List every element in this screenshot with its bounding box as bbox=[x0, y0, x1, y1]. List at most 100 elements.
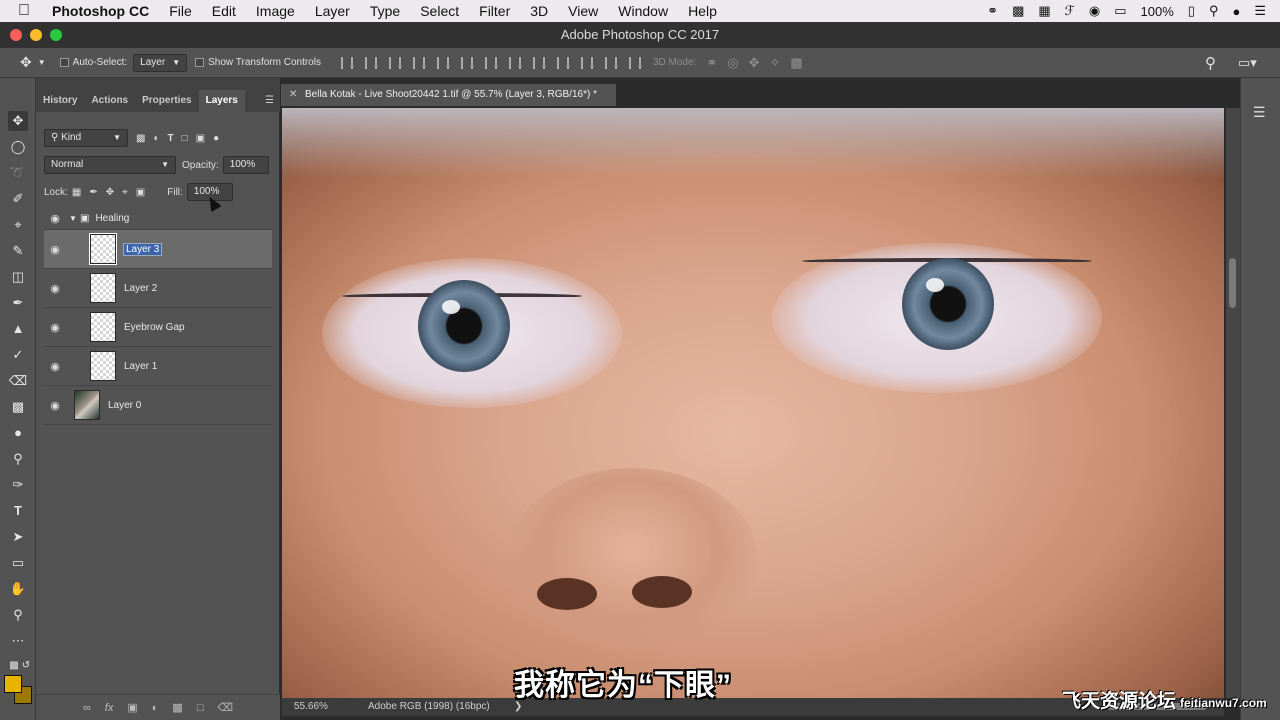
swap-colors-icon[interactable]: ↺ bbox=[16, 656, 36, 676]
siri-icon[interactable]: ● bbox=[1232, 4, 1240, 19]
zoom-level[interactable]: 55.66% bbox=[294, 698, 328, 716]
filter-smart-object-icon[interactable]: ▣ bbox=[196, 133, 205, 144]
hand-tool-icon[interactable]: ✋ bbox=[8, 579, 28, 599]
move-tool-icon[interactable]: ✥ bbox=[20, 54, 32, 71]
distribute-hcenter-icon[interactable] bbox=[579, 56, 593, 70]
pen-tool-icon[interactable]: ✑ bbox=[8, 475, 28, 495]
layer-row[interactable]: ◉ Layer 0 bbox=[44, 386, 272, 425]
align-left-icon[interactable] bbox=[411, 56, 425, 70]
creative-cloud-icon[interactable]: ⚭ bbox=[987, 3, 998, 19]
blend-mode-select[interactable]: Normal ▼ bbox=[44, 156, 176, 174]
app-icon[interactable]: ▦ bbox=[1038, 3, 1050, 19]
menu-window[interactable]: Window bbox=[618, 3, 668, 19]
tab-layers[interactable]: Layers bbox=[198, 90, 245, 112]
zoom-tool-icon[interactable]: ⚲ bbox=[8, 605, 28, 625]
apple-icon[interactable]:  bbox=[18, 2, 36, 20]
menu-type[interactable]: Type bbox=[370, 3, 400, 19]
align-hcenter-icon[interactable] bbox=[435, 56, 449, 70]
filter-toggle-icon[interactable]: ● bbox=[213, 133, 219, 144]
align-right-icon[interactable] bbox=[459, 56, 473, 70]
blur-tool-icon[interactable]: ● bbox=[8, 423, 28, 443]
align-bottom-icon[interactable] bbox=[387, 56, 401, 70]
group-expand-chevron-icon[interactable]: ▼ bbox=[66, 214, 80, 223]
auto-select-target-select[interactable]: Layer ▼ bbox=[133, 53, 188, 72]
tab-history[interactable]: History bbox=[36, 90, 84, 112]
spotlight-search-icon[interactable]: ⚲ bbox=[1209, 3, 1219, 19]
filter-pixel-icon[interactable]: ▩ bbox=[136, 133, 145, 144]
lock-transparent-icon[interactable]: ▦ bbox=[72, 187, 81, 198]
adjustment-layer-icon[interactable]: ◐ bbox=[152, 702, 159, 714]
distribute-top-icon[interactable] bbox=[483, 56, 497, 70]
add-mask-icon[interactable]: ▣ bbox=[127, 701, 137, 714]
menu-edit[interactable]: Edit bbox=[212, 3, 236, 19]
crop-tool-icon[interactable]: ⌖ bbox=[8, 215, 28, 235]
layer-group-row[interactable]: ◉ ▼ ▣ Healing bbox=[44, 208, 272, 230]
tool-preset-dropdown-icon[interactable]: ▼ bbox=[38, 58, 46, 67]
filter-type-icon[interactable]: T bbox=[168, 133, 174, 144]
document-tab[interactable]: ✕ Bella Kotak - Live Shoot20442 1.tif @ … bbox=[281, 84, 616, 106]
marquee-tool-icon[interactable]: ◯ bbox=[8, 137, 28, 157]
layer-row[interactable]: ◉ Layer 2 bbox=[44, 269, 272, 308]
auto-align-icon[interactable] bbox=[627, 56, 641, 70]
clone-stamp-tool-icon[interactable]: ▲ bbox=[8, 319, 28, 339]
menu-view[interactable]: View bbox=[568, 3, 598, 19]
distribute-right-icon[interactable] bbox=[603, 56, 617, 70]
new-group-folder-icon[interactable]: ▩ bbox=[172, 701, 182, 714]
auto-select-checkbox[interactable] bbox=[59, 58, 69, 67]
history-brush-tool-icon[interactable]: ✓ bbox=[8, 345, 28, 365]
layer-row[interactable]: ◉ Layer 1 bbox=[44, 347, 272, 386]
layer-name-input[interactable]: Layer 3 bbox=[122, 242, 163, 256]
panel-menu-icon[interactable]: ☰ bbox=[265, 90, 274, 112]
layer-style-fx-icon[interactable]: fx bbox=[105, 702, 114, 714]
tab-properties[interactable]: Properties bbox=[135, 90, 198, 112]
visibility-eye-icon[interactable]: ◉ bbox=[44, 212, 66, 225]
layer-row[interactable]: ◉ Layer 3 bbox=[44, 230, 272, 269]
lock-position-icon[interactable]: ✥ bbox=[106, 187, 114, 198]
visibility-eye-icon[interactable]: ◉ bbox=[44, 399, 66, 412]
filter-kind-select[interactable]: ⚲ Kind ▼ bbox=[44, 129, 128, 147]
battery-icon[interactable]: ▯ bbox=[1188, 3, 1195, 19]
brush-tool-icon[interactable]: ✒ bbox=[8, 293, 28, 313]
dodge-tool-icon[interactable]: ⚲ bbox=[8, 449, 28, 469]
opacity-input[interactable]: 100% bbox=[222, 156, 269, 174]
lock-image-icon[interactable]: ✒ bbox=[89, 187, 97, 198]
filter-adjustment-icon[interactable]: ◐ bbox=[153, 133, 159, 144]
visibility-eye-icon[interactable]: ◉ bbox=[44, 282, 66, 295]
align-vcenter-icon[interactable] bbox=[363, 56, 377, 70]
distribute-bottom-icon[interactable] bbox=[531, 56, 545, 70]
airplay-icon[interactable]: ▭ bbox=[1114, 3, 1126, 19]
visibility-eye-icon[interactable]: ◉ bbox=[44, 360, 66, 373]
more-tools-icon[interactable]: ⋯ bbox=[8, 631, 28, 651]
transform-controls-checkbox[interactable] bbox=[195, 58, 205, 67]
move-tool-icon[interactable]: ✥ bbox=[8, 111, 28, 131]
close-window-button[interactable] bbox=[10, 29, 22, 41]
menu-layer[interactable]: Layer bbox=[315, 3, 350, 19]
align-top-icon[interactable] bbox=[339, 56, 353, 70]
libraries-panel-icon[interactable]: ☰ bbox=[1253, 104, 1266, 121]
menu-image[interactable]: Image bbox=[256, 3, 295, 19]
zoom-window-button[interactable] bbox=[50, 29, 62, 41]
wifi-icon[interactable]: ◉ bbox=[1089, 3, 1100, 19]
menu-filter[interactable]: Filter bbox=[479, 3, 510, 19]
search-icon[interactable]: ⚲ bbox=[1205, 54, 1216, 72]
menu-help[interactable]: Help bbox=[688, 3, 717, 19]
bluetooth-icon[interactable]: ℱ bbox=[1065, 3, 1075, 19]
layer-row[interactable]: ◉ Eyebrow Gap bbox=[44, 308, 272, 347]
lock-all-icon[interactable]: ▣ bbox=[136, 187, 145, 198]
menu-select[interactable]: Select bbox=[420, 3, 459, 19]
quick-selection-tool-icon[interactable]: ✐ bbox=[8, 189, 28, 209]
menu-3d[interactable]: 3D bbox=[530, 3, 548, 19]
foreground-color-swatch[interactable] bbox=[4, 675, 22, 693]
3d-mode-icons[interactable]: ⚭◎✥✧▩ bbox=[706, 55, 812, 71]
minimize-window-button[interactable] bbox=[30, 29, 42, 41]
filter-shape-icon[interactable]: □ bbox=[182, 133, 188, 144]
new-layer-icon[interactable]: □ bbox=[197, 702, 204, 714]
visibility-eye-icon[interactable]: ◉ bbox=[44, 321, 66, 334]
vertical-scroll-thumb[interactable] bbox=[1229, 258, 1236, 308]
menu-file[interactable]: File bbox=[169, 3, 192, 19]
lasso-tool-icon[interactable]: ➰ bbox=[8, 163, 28, 183]
distribute-vcenter-icon[interactable] bbox=[507, 56, 521, 70]
healing-brush-tool-icon[interactable]: ◫ bbox=[8, 267, 28, 287]
rectangle-tool-icon[interactable]: ▭ bbox=[8, 553, 28, 573]
vertical-scrollbar[interactable] bbox=[1226, 108, 1240, 698]
